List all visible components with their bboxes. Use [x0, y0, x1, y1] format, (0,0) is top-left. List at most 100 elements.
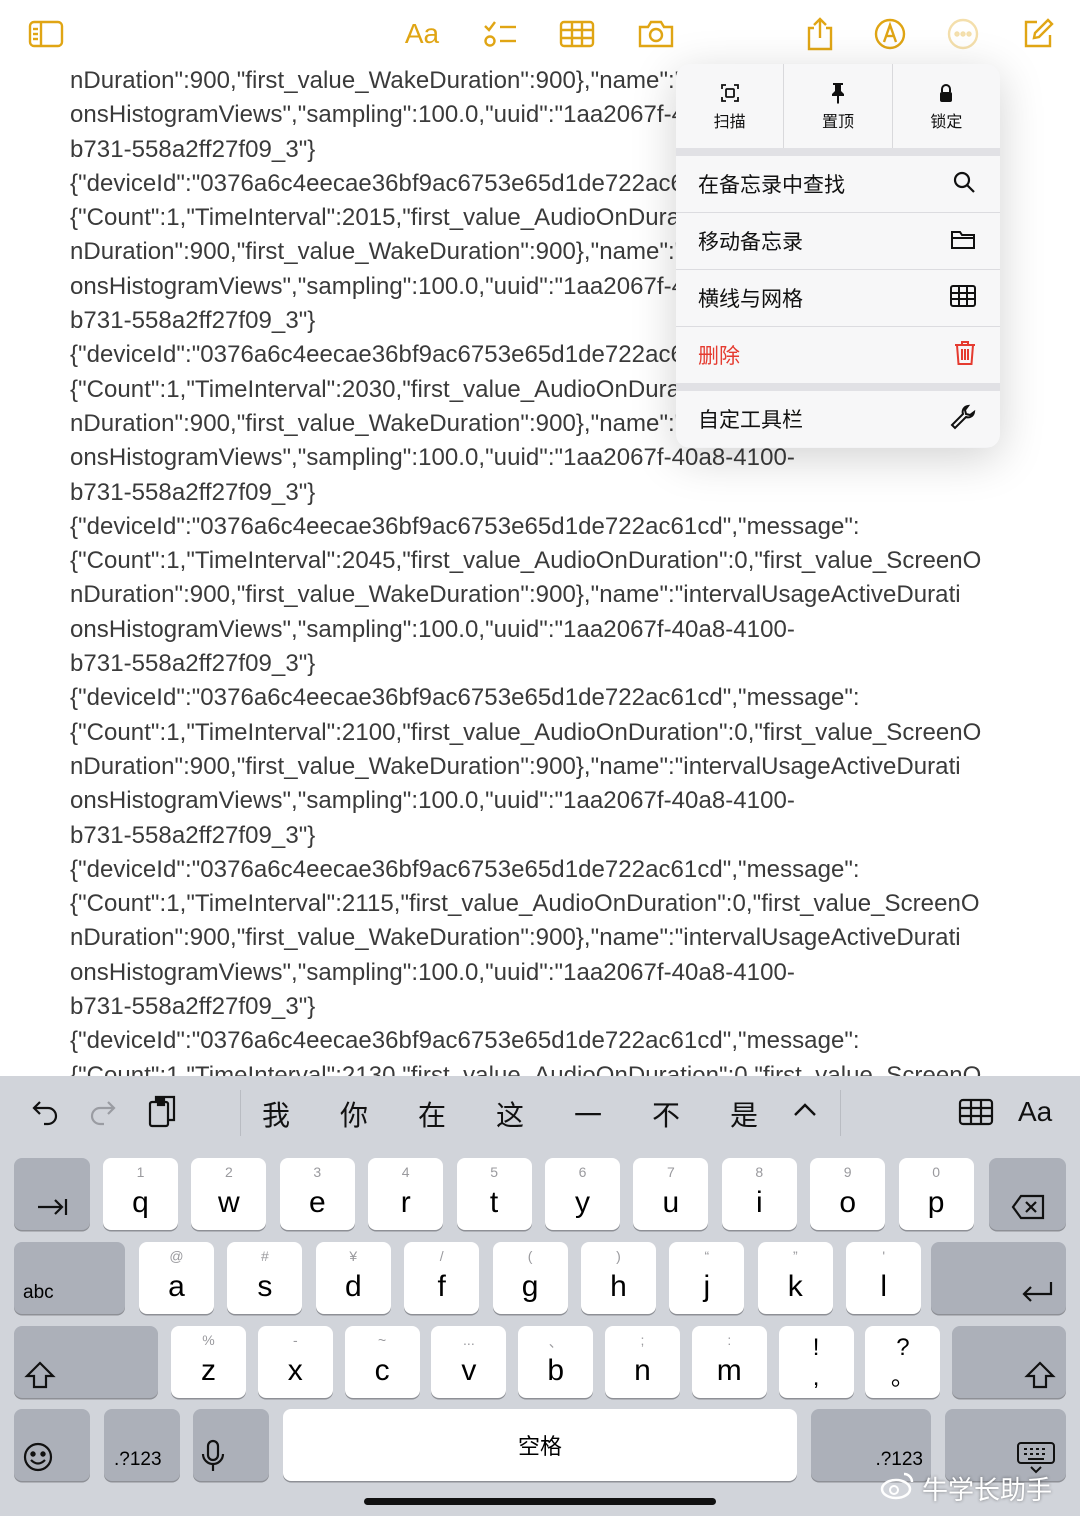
- key-hint: 8: [755, 1164, 764, 1180]
- weibo-logo-icon: [880, 1470, 916, 1507]
- key-s[interactable]: # s: [227, 1242, 303, 1314]
- key-n[interactable]: ; n: [605, 1326, 680, 1398]
- table-icon[interactable]: [555, 12, 599, 56]
- dictation-key[interactable]: [193, 1409, 269, 1481]
- key-c[interactable]: ~ c: [344, 1326, 420, 1398]
- key-j[interactable]: “j: [669, 1242, 745, 1314]
- key-label: o: [839, 1186, 857, 1219]
- key-w[interactable]: 2w: [191, 1158, 267, 1230]
- numbers-left-key[interactable]: .?123: [104, 1409, 180, 1481]
- abc-key[interactable]: abc: [14, 1242, 125, 1314]
- watermark: 牛学长助手: [880, 1470, 1052, 1507]
- delete-icon: [1011, 1194, 1045, 1220]
- shift-right-key[interactable]: [952, 1326, 1066, 1398]
- key-x[interactable]: -x: [257, 1326, 333, 1398]
- lock-button[interactable]: 锁定: [893, 64, 1000, 148]
- paste-icon[interactable]: [146, 1094, 178, 1135]
- delete-item[interactable]: 删除: [676, 327, 1000, 383]
- key-label: b: [547, 1354, 565, 1387]
- key-y[interactable]: 6y: [545, 1158, 620, 1230]
- move-note-item[interactable]: 移动备忘录: [676, 213, 1000, 270]
- key-b[interactable]: 、 b: [518, 1326, 594, 1398]
- key-label: c: [374, 1354, 390, 1387]
- return-key[interactable]: [931, 1242, 1066, 1314]
- share-icon[interactable]: [798, 12, 842, 56]
- key-q[interactable]: 1q: [103, 1158, 178, 1230]
- markup-icon[interactable]: [868, 12, 912, 56]
- candidate-word[interactable]: 这: [496, 1094, 524, 1134]
- delete-label: 删除: [698, 345, 740, 368]
- table-key-icon[interactable]: [958, 1098, 994, 1131]
- key-h[interactable]: ) h: [581, 1242, 656, 1314]
- key-label: t: [489, 1186, 499, 1219]
- key-sublabel: 。: [890, 1364, 915, 1391]
- note-line: nDuration":900,"first_value_WakeDuration…: [70, 924, 961, 952]
- search-icon: [952, 170, 976, 199]
- redo-icon[interactable]: [88, 1096, 118, 1131]
- space-key[interactable]: 空格: [283, 1409, 797, 1481]
- key-label: m: [716, 1354, 742, 1387]
- find-in-note-item[interactable]: 在备忘录中查找: [676, 156, 1000, 213]
- key-l[interactable]: ' l: [846, 1242, 922, 1314]
- key-label: !: [812, 1334, 820, 1361]
- key-d[interactable]: ¥ d: [315, 1242, 391, 1314]
- candidate-word[interactable]: 一: [574, 1094, 602, 1134]
- note-line: {"Count":1,"TimeInterval":2100,"first_va…: [70, 718, 982, 746]
- key-i[interactable]: 8i: [721, 1158, 797, 1230]
- watermark-text: 牛学长助手: [922, 1475, 1053, 1505]
- key-r[interactable]: 4r: [368, 1158, 444, 1230]
- candidate-word[interactable]: 在: [418, 1094, 446, 1134]
- key-f[interactable]: / f: [404, 1242, 480, 1314]
- key-question[interactable]: ?。: [865, 1326, 941, 1398]
- key-label: w: [218, 1186, 240, 1219]
- key-exclamation[interactable]: !,: [778, 1326, 854, 1398]
- key-k[interactable]: ” k: [757, 1242, 833, 1314]
- undo-icon[interactable]: [30, 1096, 60, 1131]
- delete-key[interactable]: [989, 1158, 1066, 1230]
- format-button[interactable]: Aa: [400, 12, 444, 56]
- camera-icon[interactable]: [634, 12, 678, 56]
- scan-button[interactable]: 扫描: [676, 64, 785, 148]
- candidate-word[interactable]: 不: [652, 1094, 680, 1134]
- key-hint: @: [169, 1248, 184, 1264]
- key-hint: 7: [666, 1164, 675, 1180]
- key-t[interactable]: 5t: [456, 1158, 532, 1230]
- key-e[interactable]: 3e: [279, 1158, 355, 1230]
- more-icon[interactable]: [941, 12, 985, 56]
- key-label: l: [880, 1270, 888, 1303]
- sidebar-icon[interactable]: [24, 12, 68, 56]
- emoji-key[interactable]: [14, 1409, 90, 1481]
- numbers-left-label: .?123: [114, 1449, 162, 1470]
- key-g[interactable]: (g: [492, 1242, 568, 1314]
- keyboard: 我你在这一不是 Aa 1 q 2 w 3 e 4 r 5 t 6 y 7 u 8 i 9 o 0 p abc @ a # s ¥ d…: [0, 1076, 1080, 1516]
- key-v[interactable]: ... v: [431, 1326, 507, 1398]
- candidate-word[interactable]: 是: [730, 1094, 758, 1134]
- key-label: j: [703, 1270, 711, 1303]
- shift-icon: [24, 1361, 56, 1389]
- candidate-word[interactable]: 我: [262, 1094, 290, 1134]
- key-hint: 9: [843, 1164, 852, 1180]
- pin-label: 置顶: [821, 114, 854, 131]
- key-z[interactable]: % z: [171, 1326, 246, 1398]
- key-hint: 3: [313, 1164, 322, 1180]
- key-hint: 5: [490, 1164, 498, 1180]
- key-m[interactable]: :m: [691, 1326, 767, 1398]
- key-u[interactable]: 7u: [633, 1158, 709, 1230]
- key-p[interactable]: 0p: [898, 1158, 974, 1230]
- numbers-right-label: .?123: [875, 1449, 923, 1470]
- format-key[interactable]: Aa: [1018, 1096, 1052, 1128]
- compose-icon[interactable]: [1016, 12, 1060, 56]
- key-hint: 6: [578, 1164, 587, 1180]
- lock-icon: [938, 80, 954, 106]
- key-label: k: [787, 1270, 803, 1303]
- key-o[interactable]: 9o: [810, 1158, 886, 1230]
- expand-candidates-icon[interactable]: [792, 1102, 818, 1123]
- pin-button[interactable]: 置顶: [784, 64, 893, 148]
- shift-left-key[interactable]: [14, 1326, 158, 1398]
- tab-key[interactable]: [14, 1158, 90, 1230]
- customize-toolbar-item[interactable]: 自定工具栏: [676, 391, 1000, 447]
- checklist-icon[interactable]: [478, 12, 522, 56]
- candidate-word[interactable]: 你: [340, 1094, 368, 1134]
- lines-grids-item[interactable]: 横线与网格: [676, 270, 1000, 327]
- key-a[interactable]: @ a: [139, 1242, 214, 1314]
